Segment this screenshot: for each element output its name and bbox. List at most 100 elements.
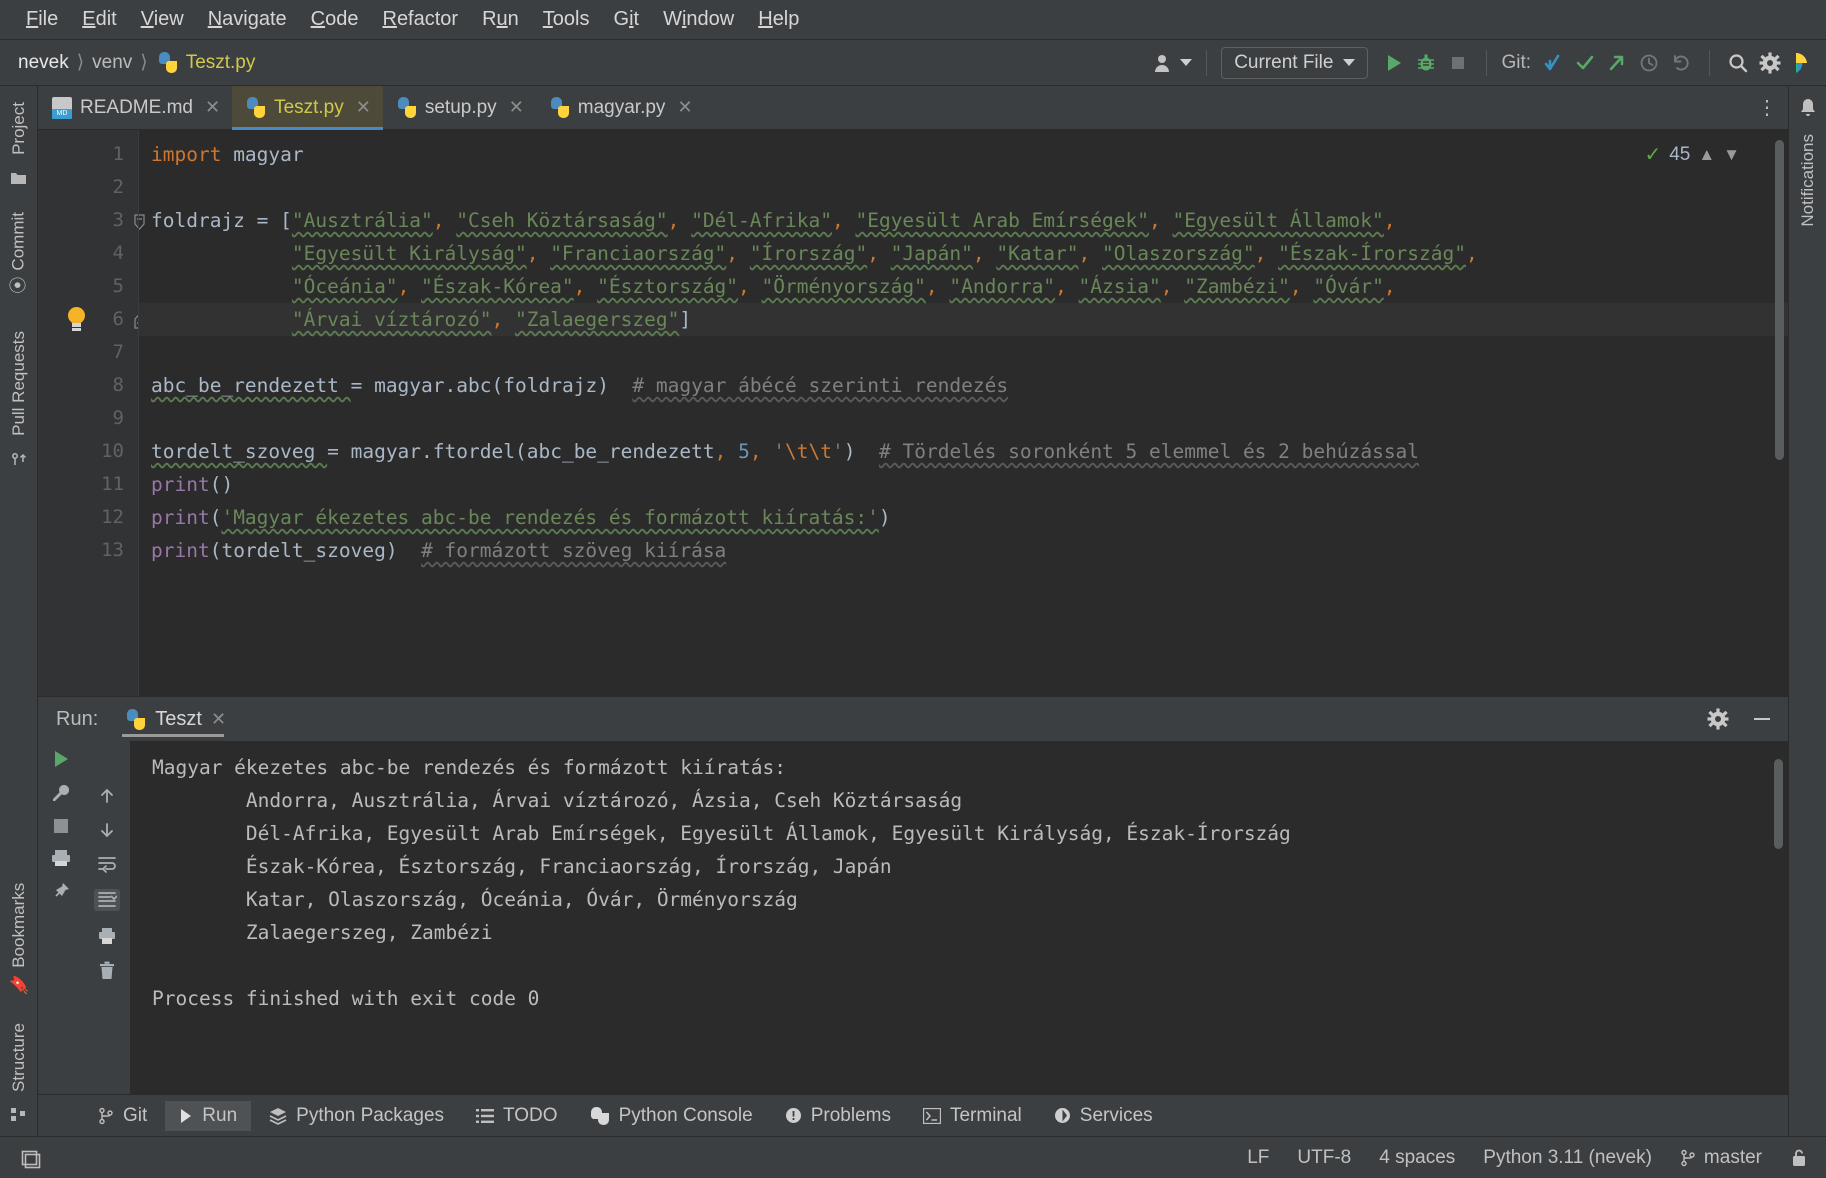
git-commit-icon[interactable]	[1571, 48, 1599, 78]
gear-icon[interactable]	[1706, 707, 1730, 731]
status-encoding[interactable]: UTF-8	[1283, 1147, 1365, 1169]
rerun-icon[interactable]	[51, 749, 71, 769]
code-line[interactable]: import magyar	[139, 138, 1788, 171]
search-everywhere-icon[interactable]	[1724, 48, 1752, 78]
user-avatar-icon[interactable]	[1154, 48, 1192, 78]
more-tabs-icon[interactable]: ⋮	[1757, 86, 1778, 129]
code-token: '	[773, 440, 785, 463]
project-folder-icon[interactable]	[10, 171, 27, 186]
notifications-bell-icon[interactable]	[1799, 98, 1817, 118]
sidebar-item-project[interactable]: Project	[7, 92, 31, 165]
close-icon[interactable]: ✕	[205, 97, 220, 118]
code-line[interactable]	[139, 171, 1788, 204]
code-editor[interactable]: 12345678910111213 import magyar foldrajz…	[38, 130, 1788, 696]
code-line[interactable]: abc_be_rendezett = magyar.abc(foldrajz) …	[139, 369, 1788, 402]
menu-item-window[interactable]: Window	[651, 6, 746, 33]
sidebar-item-pull-requests[interactable]: Pull Requests	[7, 321, 31, 446]
close-icon[interactable]: ✕	[356, 97, 371, 118]
scroll-up-icon[interactable]	[98, 787, 116, 805]
structure-icon[interactable]	[11, 1108, 27, 1122]
inspection-widget[interactable]: ✓ 45 ▲ ▼	[1644, 142, 1740, 167]
editor-tab-setup[interactable]: setup.py ✕	[383, 86, 536, 129]
menu-item-git[interactable]: Git	[602, 6, 652, 33]
menu-item-view[interactable]: View	[129, 6, 196, 33]
soft-wrap-icon[interactable]	[97, 855, 117, 873]
pin-icon[interactable]	[51, 881, 71, 901]
print-icon[interactable]	[51, 849, 71, 867]
ide-assistant-icon[interactable]	[1788, 48, 1816, 78]
sidebar-item-bookmarks[interactable]: 🔖 Bookmarks	[7, 873, 31, 1005]
stop-icon[interactable]	[52, 817, 70, 835]
code-line[interactable]: "Óceánia", "Észak-Kórea", "Észtország", …	[139, 270, 1788, 303]
sidebar-item-commit[interactable]: ⦿ Commit	[4, 202, 33, 304]
trash-icon[interactable]	[98, 961, 116, 980]
bottom-tab-python-console[interactable]: Python Console	[576, 1101, 767, 1131]
bottom-tab-problems[interactable]: Problems	[771, 1101, 905, 1131]
status-indent[interactable]: 4 spaces	[1365, 1147, 1469, 1169]
console-scrollbar[interactable]	[1774, 759, 1783, 849]
status-interpreter[interactable]: Python 3.11 (nevek)	[1469, 1147, 1666, 1169]
breadcrumb-project[interactable]: nevek	[14, 50, 73, 76]
bottom-tab-python-packages[interactable]: Python Packages	[255, 1101, 458, 1131]
run-console-output[interactable]: Magyar ékezetes abc-be rendezés és formá…	[130, 741, 1788, 1094]
editor-scrollbar[interactable]	[1775, 140, 1784, 460]
menu-item-file[interactable]: File	[14, 6, 70, 33]
editor-code-area[interactable]: import magyar foldrajz = ["Ausztrália", …	[138, 130, 1788, 696]
run-configuration-selector[interactable]: Current File	[1221, 47, 1368, 79]
code-line[interactable]: print(tordelt_szoveg) # formázott szöveg…	[139, 534, 1788, 567]
status-branch[interactable]: master	[1666, 1147, 1776, 1169]
stop-icon[interactable]	[1444, 48, 1472, 78]
status-line-separator[interactable]: LF	[1233, 1147, 1283, 1169]
sidebar-item-notifications[interactable]: Notifications	[1796, 124, 1820, 237]
close-icon[interactable]: ✕	[509, 97, 524, 118]
menu-item-navigate[interactable]: Navigate	[196, 6, 299, 33]
code-line[interactable]: tordelt_szoveg = magyar.ftordel(abc_be_r…	[139, 435, 1788, 468]
pull-request-icon[interactable]	[11, 452, 27, 468]
run-tab-teszt[interactable]: Teszt ✕	[120, 697, 238, 741]
code-line[interactable]: "Egyesült Királyság", "Franciaország", "…	[139, 237, 1788, 270]
window-layout-icon[interactable]	[20, 1147, 42, 1169]
editor-tab-readme[interactable]: MD README.md ✕	[38, 86, 232, 129]
bottom-tab-todo[interactable]: TODO	[462, 1101, 572, 1131]
wrench-icon[interactable]	[51, 783, 71, 803]
run-icon[interactable]	[1380, 48, 1408, 78]
bottom-tab-services[interactable]: Services	[1040, 1101, 1167, 1131]
menu-item-refactor[interactable]: Refactor	[370, 6, 470, 33]
lock-icon[interactable]	[1776, 1148, 1808, 1168]
editor-gutter[interactable]: 12345678910111213	[38, 130, 138, 696]
scroll-to-end-icon[interactable]	[94, 889, 120, 911]
git-push-icon[interactable]	[1603, 48, 1631, 78]
menu-item-tools[interactable]: Tools	[531, 6, 602, 33]
sidebar-item-structure[interactable]: Structure	[7, 1013, 31, 1102]
close-icon[interactable]: ✕	[211, 709, 226, 730]
code-line[interactable]: foldrajz = ["Ausztrália", "Cseh Köztársa…	[139, 204, 1788, 237]
chevron-down-icon[interactable]: ▼	[1723, 145, 1740, 165]
menu-item-edit[interactable]: Edit	[70, 6, 128, 33]
minimize-icon[interactable]	[1750, 707, 1774, 731]
print-settings-icon[interactable]	[97, 927, 117, 945]
rollback-icon[interactable]	[1667, 48, 1695, 78]
code-line[interactable]	[139, 336, 1788, 369]
bottom-tab-run[interactable]: Run	[165, 1101, 251, 1131]
close-icon[interactable]: ✕	[677, 97, 692, 118]
history-icon[interactable]	[1635, 48, 1663, 78]
chevron-up-icon[interactable]: ▲	[1698, 145, 1715, 165]
code-line[interactable]: print('Magyar ékezetes abc-be rendezés é…	[139, 501, 1788, 534]
bottom-tab-terminal[interactable]: Terminal	[909, 1101, 1036, 1131]
settings-gear-icon[interactable]	[1756, 48, 1784, 78]
code-line[interactable]	[139, 402, 1788, 435]
code-line[interactable]: print()	[139, 468, 1788, 501]
scroll-down-icon[interactable]	[98, 821, 116, 839]
menu-item-help[interactable]: Help	[746, 6, 811, 33]
intention-bulb-icon[interactable]	[66, 307, 88, 333]
editor-tab-teszt[interactable]: Teszt.py ✕	[232, 86, 383, 129]
menu-item-run[interactable]: Run	[470, 6, 531, 33]
bottom-tab-git[interactable]: Git	[84, 1101, 161, 1131]
breadcrumb-venv[interactable]: venv	[88, 50, 136, 76]
menu-item-code[interactable]: Code	[299, 6, 371, 33]
breadcrumb-file[interactable]: Teszt.py	[182, 50, 260, 76]
code-line[interactable]: "Árvai víztározó", "Zalaegerszeg"]	[139, 303, 1788, 336]
git-update-icon[interactable]	[1539, 48, 1567, 78]
debug-icon[interactable]	[1412, 48, 1440, 78]
editor-tab-magyar[interactable]: magyar.py ✕	[536, 86, 705, 129]
